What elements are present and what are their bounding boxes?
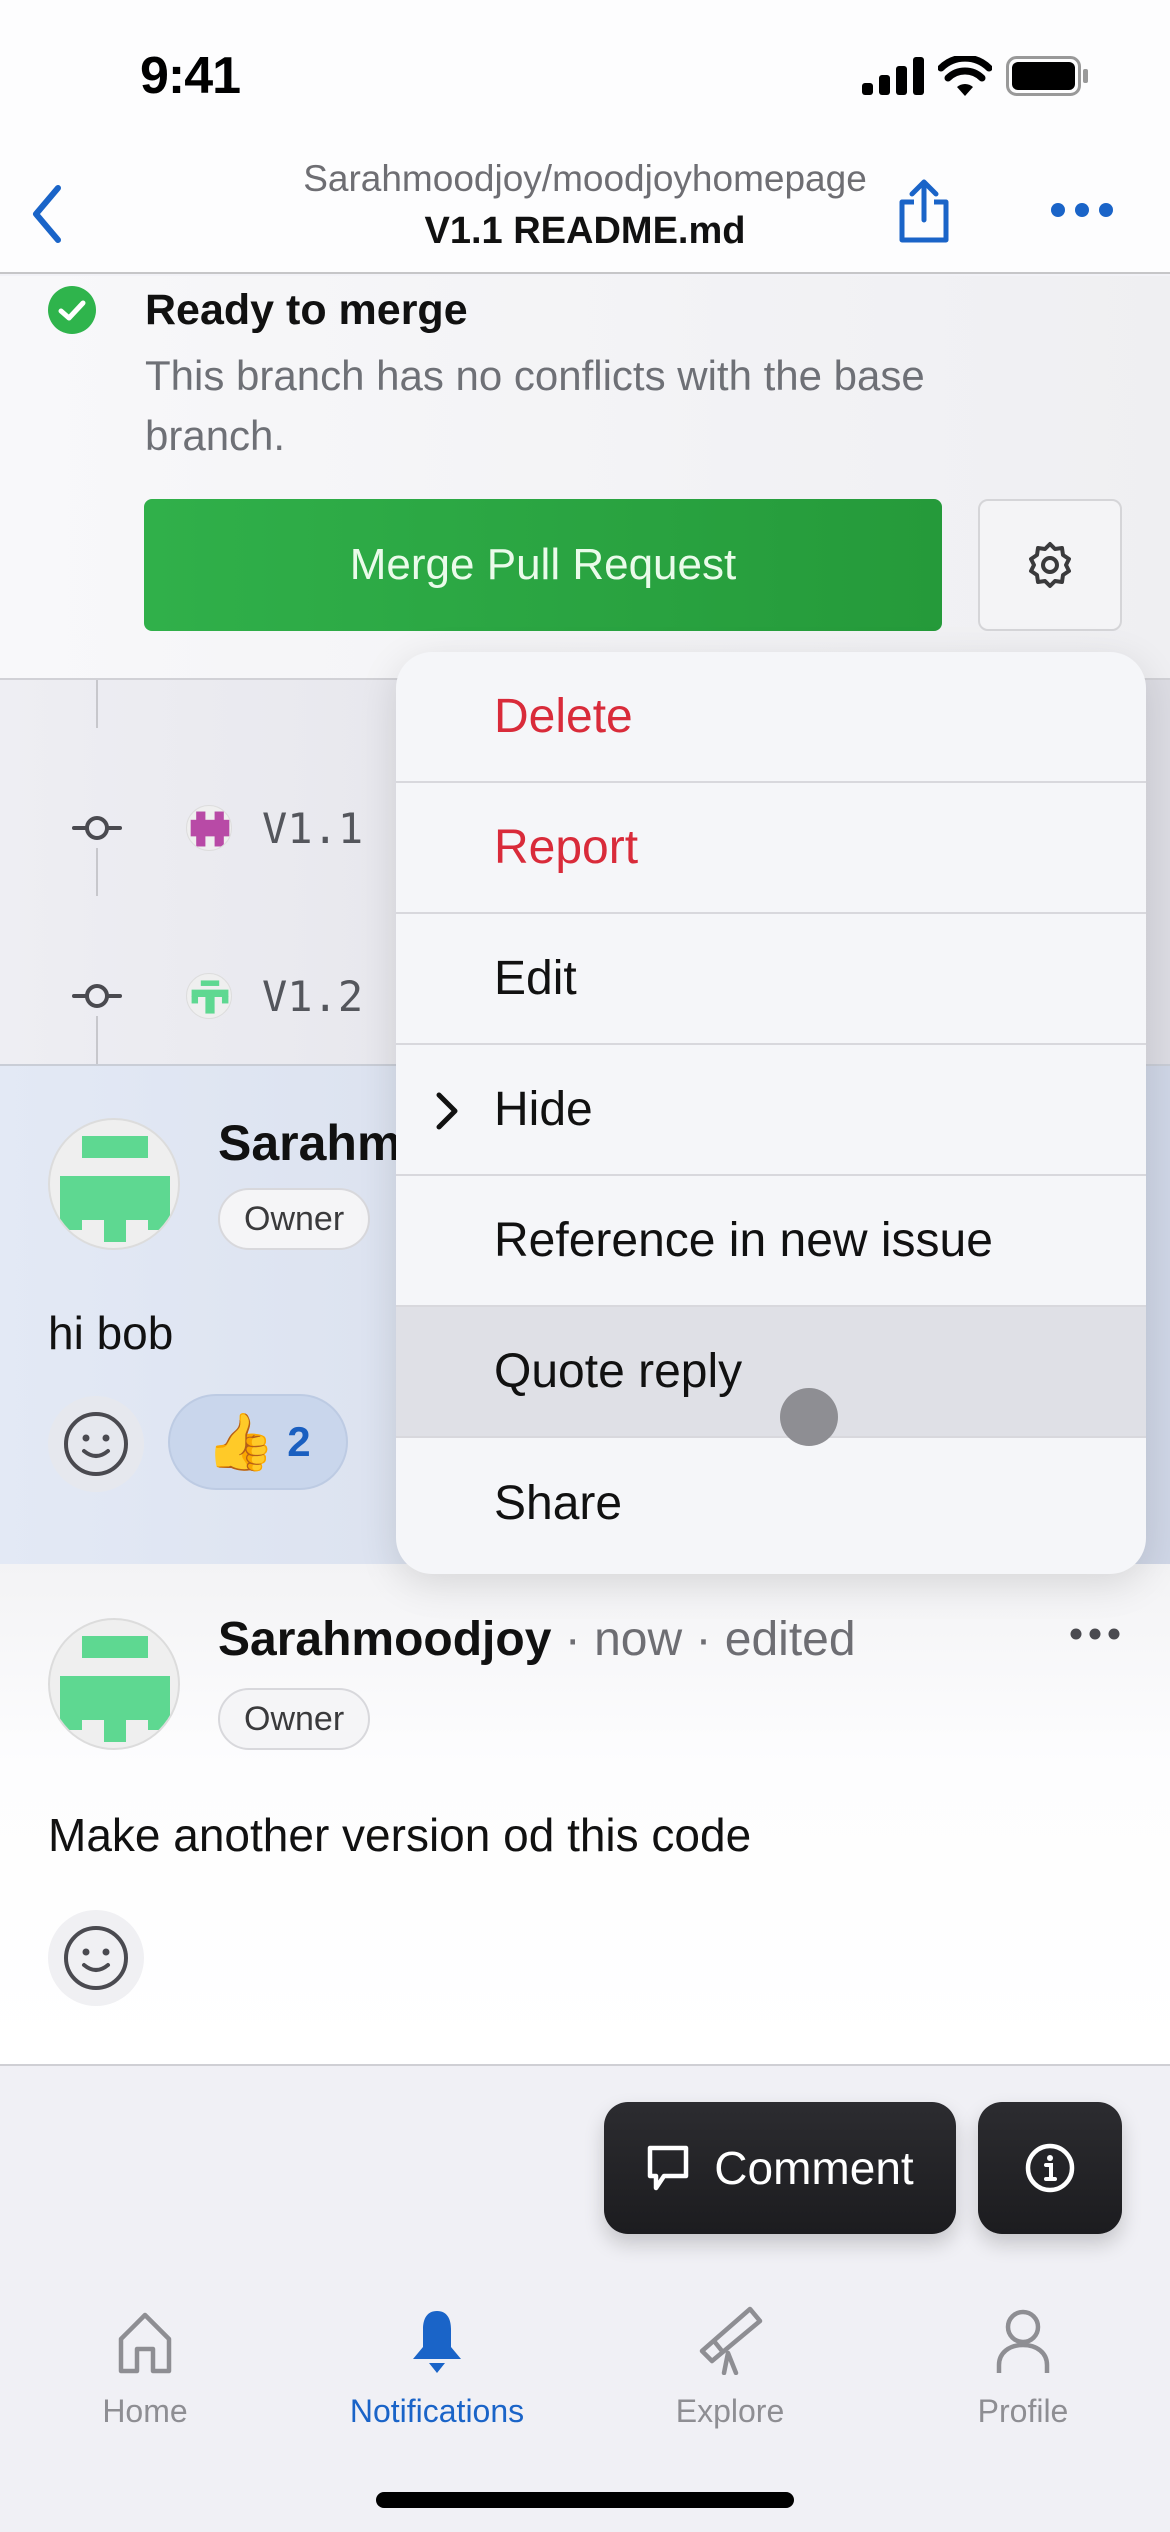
tab-home[interactable]: Home	[15, 2300, 275, 2430]
comment-meta: Sarahmoodjoy · now · edited	[218, 1612, 856, 1667]
tab-notifications[interactable]: Notifications	[307, 2300, 567, 2430]
info-icon	[1025, 2143, 1075, 2193]
commit-author-avatar	[186, 805, 232, 851]
comment-body: hi bob	[48, 1307, 174, 1359]
comment-button[interactable]: Comment	[604, 2102, 956, 2234]
menu-item-label: Edit	[494, 952, 577, 1005]
menu-item-delete[interactable]: Delete	[396, 652, 1146, 783]
menu-item-reference-in-new-issue[interactable]: Reference in new issue	[396, 1176, 1146, 1307]
menu-item-edit[interactable]: Edit	[396, 914, 1146, 1045]
thumbs-up-icon: 👍	[205, 1410, 276, 1473]
file-title: V1.1 README.md	[424, 210, 746, 252]
tab-label: Home	[102, 2393, 188, 2429]
identicon-icon	[60, 1136, 170, 1242]
wifi-icon	[938, 56, 992, 96]
menu-item-label: Report	[494, 821, 639, 874]
battery-icon	[1006, 56, 1088, 96]
menu-item-hide[interactable]: Hide	[396, 1045, 1146, 1176]
ellipsis-icon	[1051, 203, 1113, 217]
menu-item-label: Hide	[494, 1083, 593, 1136]
smiley-icon	[64, 1412, 128, 1476]
comment-author[interactable]: Sarahm	[218, 1114, 401, 1172]
commit-label: V1.2	[262, 971, 364, 1021]
status-bar: 9:41	[0, 0, 1170, 150]
info-button[interactable]	[978, 2102, 1122, 2234]
menu-item-share[interactable]: Share	[396, 1438, 1146, 1569]
comment-author[interactable]: Sarahmoodjoy	[218, 1613, 551, 1666]
identicon-icon	[60, 1636, 170, 1742]
reaction-count: 2	[287, 1418, 311, 1465]
owner-badge: Owner	[218, 1688, 371, 1750]
comment-button-label: Comment	[714, 2142, 914, 2194]
context-menu: Delete Report Edit Hide Reference in new…	[396, 652, 1146, 1574]
smiley-icon	[64, 1926, 128, 1990]
navigation-bar: Sarahmoodjoy/moodjoyhomepage V1.1 README…	[0, 150, 1170, 274]
comment-body: Make another version od this code	[48, 1809, 752, 1861]
status-icons	[862, 56, 1090, 96]
comment-more-button[interactable]	[1060, 1614, 1130, 1654]
owner-badge: Owner	[218, 1188, 371, 1250]
touch-indicator	[780, 1388, 838, 1446]
timeline-line	[96, 680, 98, 728]
repo-name: Sarahmoodjoy/moodjoyhomepage	[303, 158, 867, 199]
timeline-line	[96, 848, 98, 896]
home-indicator	[376, 2492, 794, 2508]
ellipsis-icon	[1070, 1628, 1120, 1640]
merge-title: Ready to merge	[145, 286, 468, 334]
identicon-icon	[191, 980, 229, 1014]
timeline-line	[96, 1016, 98, 1066]
tab-label: Notifications	[349, 2393, 525, 2429]
tab-label: Explore	[675, 2393, 785, 2429]
menu-item-label: Reference in new issue	[494, 1214, 993, 1267]
tab-explore[interactable]: Explore	[600, 2300, 860, 2430]
avatar[interactable]	[48, 1118, 180, 1250]
cellular-signal-icon	[862, 57, 924, 95]
edited-label[interactable]: · edited	[682, 1613, 855, 1666]
thumbs-up-reaction[interactable]: 👍 2	[168, 1394, 348, 1490]
share-button[interactable]	[892, 170, 956, 250]
commit-label: V1.1	[262, 803, 364, 853]
add-reaction-button[interactable]	[48, 1910, 144, 2006]
menu-item-report[interactable]: Report	[396, 783, 1146, 914]
gear-icon	[1029, 542, 1071, 588]
merge-settings-button[interactable]	[978, 499, 1122, 631]
merge-status-section: Ready to merge This branch has no confli…	[0, 276, 1170, 678]
chevron-right-icon	[436, 1092, 458, 1130]
menu-item-label: Quote reply	[494, 1345, 743, 1398]
more-button[interactable]	[1046, 180, 1118, 240]
avatar[interactable]	[48, 1618, 180, 1750]
commit-author-avatar	[186, 973, 232, 1019]
person-icon	[996, 2309, 1050, 2373]
git-commit-icon	[72, 984, 122, 1008]
git-commit-icon	[72, 816, 122, 840]
add-reaction-button[interactable]	[48, 1396, 144, 1492]
bell-icon	[413, 2311, 461, 2373]
menu-item-label: Share	[494, 1477, 623, 1530]
telescope-icon	[699, 2306, 763, 2375]
home-icon	[118, 2312, 172, 2374]
merge-pull-request-button[interactable]: Merge Pull Request	[144, 499, 942, 631]
share-icon	[899, 179, 949, 243]
identicon-icon	[190, 811, 230, 847]
menu-item-label: Delete	[494, 690, 633, 743]
status-time: 9:41	[140, 47, 241, 105]
check-circle-icon	[48, 286, 96, 334]
comment-timestamp: · now	[551, 1613, 683, 1666]
merge-description: This branch has no conflicts with the ba…	[145, 352, 925, 459]
comment-card: Sarahmoodjoy · now · edited Owner Make a…	[0, 1564, 1170, 2064]
comment-icon	[648, 2145, 689, 2191]
tab-label: Profile	[977, 2393, 1069, 2429]
tab-profile[interactable]: Profile	[893, 2300, 1153, 2430]
menu-item-quote-reply[interactable]: Quote reply	[396, 1307, 1146, 1438]
